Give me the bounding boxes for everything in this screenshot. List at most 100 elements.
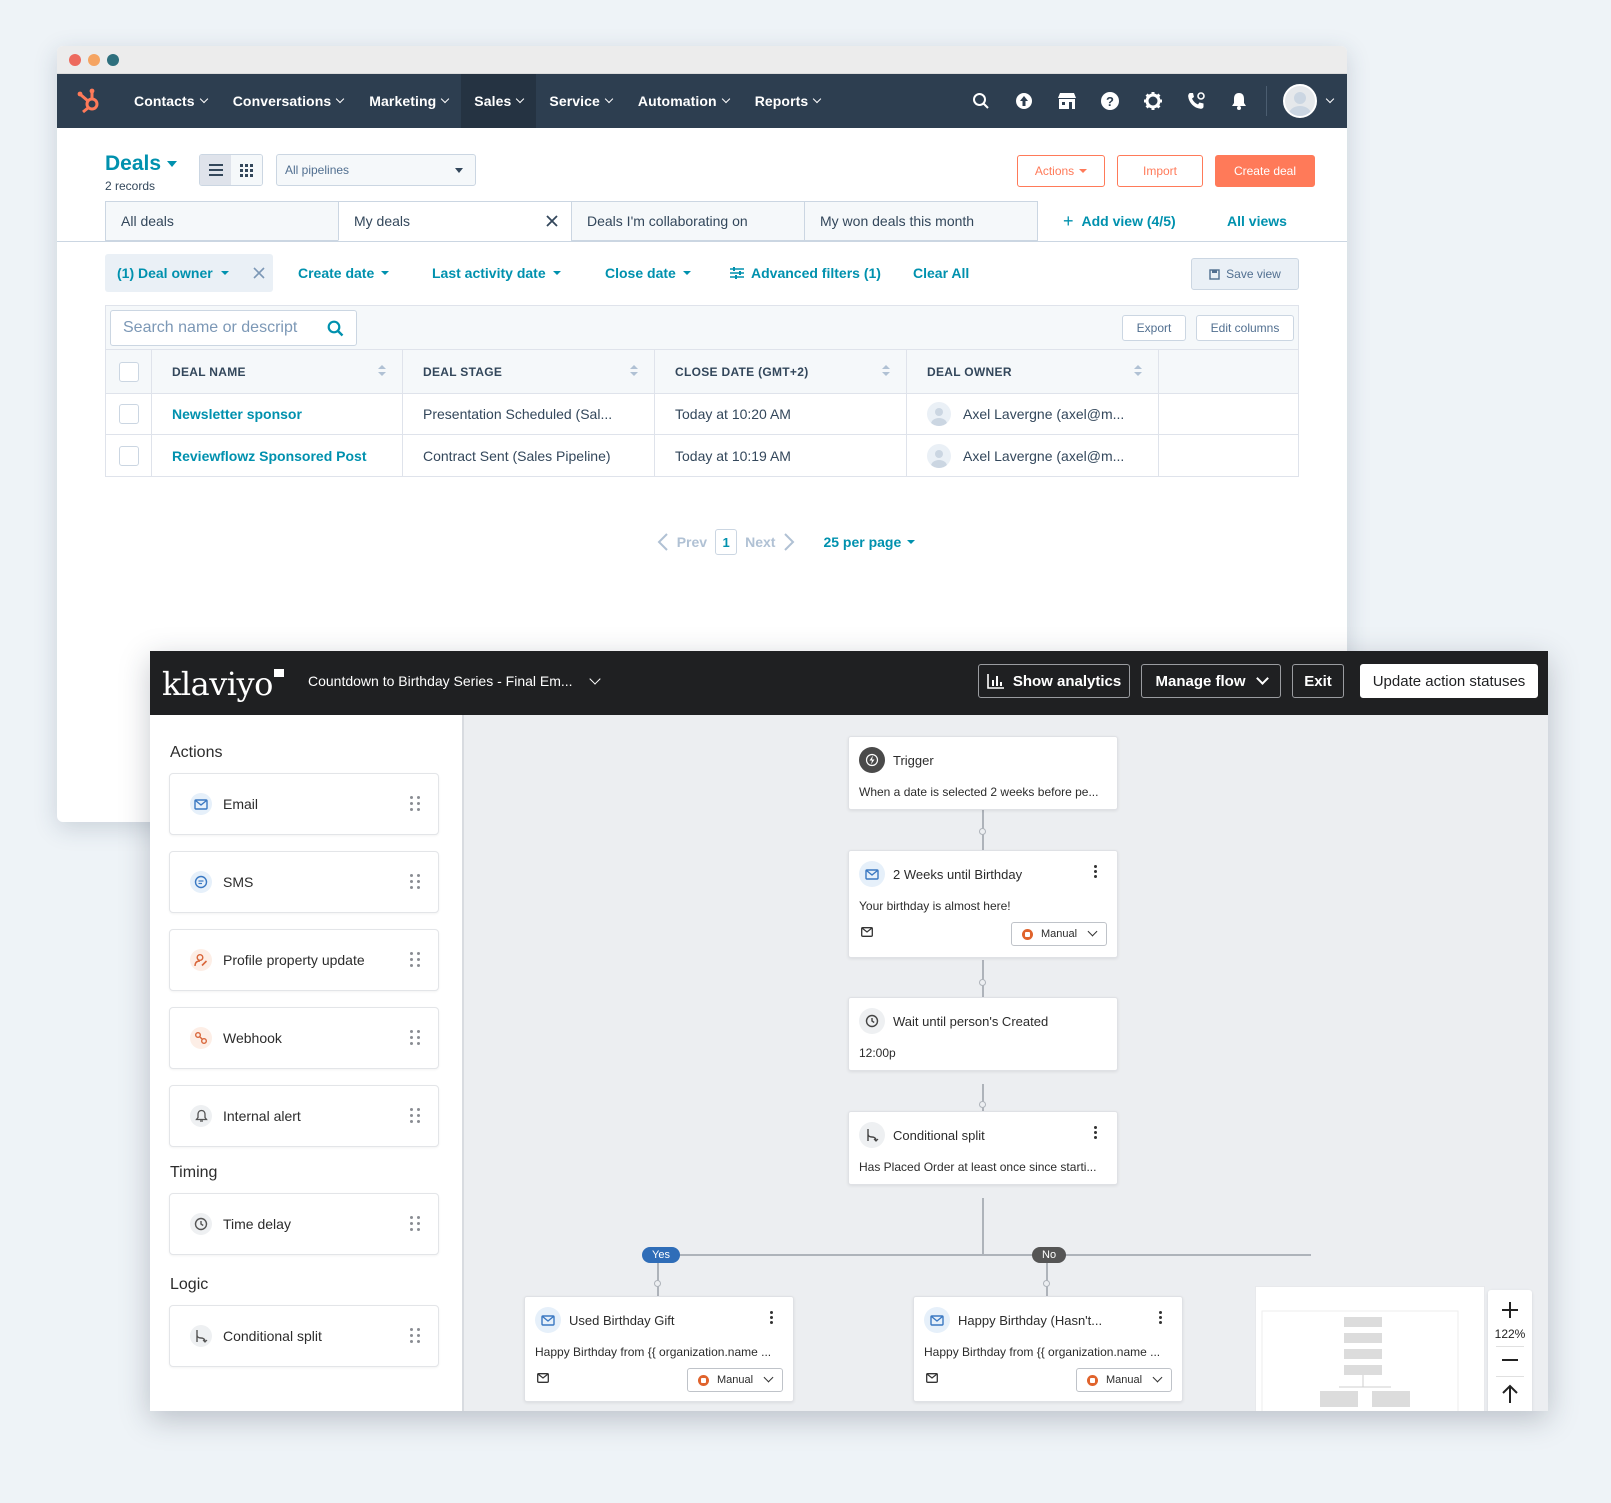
close-icon[interactable] [545, 214, 559, 228]
prev-page-button[interactable]: Prev [677, 534, 707, 550]
more-options-icon[interactable] [770, 1311, 773, 1324]
create-date-filter[interactable]: Create date [298, 254, 390, 292]
edit-columns-button[interactable]: Edit columns [1196, 315, 1294, 341]
gear-icon[interactable] [1131, 74, 1174, 128]
marketplace-icon[interactable] [1045, 74, 1088, 128]
export-button[interactable]: Export [1122, 315, 1186, 341]
object-switcher[interactable]: Deals [105, 152, 178, 176]
upgrade-icon[interactable] [1002, 74, 1045, 128]
nav-reports[interactable]: Reports [742, 74, 834, 128]
close-window-button[interactable] [69, 53, 81, 66]
trigger-node[interactable]: Trigger When a date is selected 2 weeks … [848, 736, 1118, 810]
flow-canvas[interactable]: Yes No Trigger When a date is selected 2… [464, 715, 1548, 1411]
manual-status-icon [698, 1374, 709, 1386]
search-placeholder: Search name or descript [123, 319, 298, 336]
current-page[interactable]: 1 [715, 529, 738, 555]
column-deal-name[interactable]: DEAL NAME [152, 350, 403, 393]
deal-name-link[interactable]: Reviewflowz Sponsored Post [172, 448, 366, 464]
more-options-icon[interactable] [1094, 865, 1097, 878]
deal-owner-filter[interactable]: (1) Deal owner [105, 254, 273, 292]
more-options-icon[interactable] [1159, 1311, 1162, 1324]
help-icon[interactable]: ? [1088, 74, 1131, 128]
sidebar-item-webhook[interactable]: Webhook [169, 1007, 439, 1069]
sidebar-item-profile-property-update[interactable]: Profile property update [169, 929, 439, 991]
search-icon[interactable] [959, 74, 1002, 128]
email-node-used-birthday-gift[interactable]: Used Birthday Gift Happy Birthday from {… [524, 1296, 794, 1402]
nav-automation[interactable]: Automation [625, 74, 742, 128]
select-all-checkbox[interactable] [119, 361, 139, 382]
nav-sales[interactable]: Sales [461, 74, 537, 128]
exit-button[interactable]: Exit [1292, 664, 1344, 698]
create-deal-button[interactable]: Create deal [1215, 155, 1315, 187]
deal-name-link[interactable]: Newsletter sponsor [172, 406, 302, 422]
maximize-window-button[interactable] [107, 53, 119, 66]
sidebar-item-email[interactable]: Email [169, 773, 439, 835]
drag-handle-icon[interactable] [410, 1108, 420, 1123]
conditional-split-node[interactable]: Conditional split Has Placed Order at le… [848, 1111, 1118, 1185]
account-menu[interactable] [1273, 84, 1347, 118]
more-options-icon[interactable] [1094, 1126, 1097, 1139]
row-checkbox[interactable] [119, 404, 139, 424]
next-page-button[interactable]: Next [745, 534, 775, 550]
board-view-button[interactable] [231, 155, 262, 185]
minimize-window-button[interactable] [88, 53, 100, 66]
sidebar-item-internal-alert[interactable]: Internal alert [169, 1085, 439, 1147]
email-node-happy-birthday[interactable]: Happy Birthday (Hasn't... Happy Birthday… [913, 1296, 1183, 1402]
tab-my-deals[interactable]: My deals [338, 201, 572, 241]
list-view-button[interactable] [200, 155, 231, 185]
column-deal-owner[interactable]: DEAL OWNER [907, 350, 1159, 393]
clear-all-link[interactable]: Clear All [913, 254, 969, 292]
flow-name-menu[interactable]: Countdown to Birthday Series - Final Em.… [308, 672, 601, 689]
sidebar-item-sms[interactable]: SMS [169, 851, 439, 913]
save-view-button[interactable]: Save view [1191, 258, 1299, 290]
add-view-button[interactable]: + Add view (4/5) [1063, 201, 1176, 241]
all-views-link[interactable]: All views [1227, 201, 1287, 241]
search-input[interactable]: Search name or descript [110, 310, 357, 346]
sidebar-item-conditional-split[interactable]: Conditional split [169, 1305, 439, 1367]
drag-handle-icon[interactable] [410, 1328, 420, 1343]
update-action-statuses-button[interactable]: Update action statuses [1360, 664, 1538, 698]
chevron-right-icon[interactable] [783, 533, 795, 551]
email-node-2-weeks[interactable]: 2 Weeks until Birthday Your birthday is … [848, 850, 1118, 958]
nav-marketing[interactable]: Marketing [356, 74, 461, 128]
drag-handle-icon[interactable] [410, 1216, 420, 1231]
status-select[interactable]: Manual [1011, 922, 1107, 946]
nav-contacts[interactable]: Contacts [121, 74, 220, 128]
column-deal-stage[interactable]: DEAL STAGE [403, 350, 655, 393]
arrow-up-icon[interactable] [1500, 1383, 1520, 1405]
column-close-date[interactable]: CLOSE DATE (GMT+2) [655, 350, 907, 393]
bell-icon[interactable] [1217, 74, 1260, 128]
drag-handle-icon[interactable] [410, 952, 420, 967]
actions-button[interactable]: Actions [1017, 155, 1105, 187]
close-date-filter[interactable]: Close date [605, 254, 691, 292]
tab-my-won-deals[interactable]: My won deals this month [804, 201, 1038, 241]
zoom-out-icon[interactable] [1500, 1350, 1520, 1370]
drag-handle-icon[interactable] [410, 1030, 420, 1045]
klaviyo-logo[interactable]: klaviyo [162, 665, 284, 703]
nav-conversations[interactable]: Conversations [220, 74, 357, 128]
drag-handle-icon[interactable] [410, 874, 420, 889]
status-select[interactable]: Manual [1076, 1368, 1172, 1392]
manage-flow-button[interactable]: Manage flow [1141, 664, 1281, 698]
show-analytics-button[interactable]: Show analytics [978, 664, 1130, 698]
pipeline-select[interactable]: All pipelines [276, 154, 476, 186]
nav-service[interactable]: Service [536, 74, 625, 128]
tab-deals-collaborating[interactable]: Deals I'm collaborating on [571, 201, 805, 241]
tab-label: My won deals this month [820, 213, 975, 229]
time-delay-node[interactable]: Wait until person's Created 12:00p [848, 997, 1118, 1071]
chevron-left-icon[interactable] [657, 533, 669, 551]
calling-icon[interactable] [1174, 74, 1217, 128]
hubspot-logo-icon[interactable] [57, 74, 121, 128]
drag-handle-icon[interactable] [410, 796, 420, 811]
import-button[interactable]: Import [1117, 155, 1203, 187]
status-select[interactable]: Manual [687, 1368, 783, 1392]
close-icon[interactable] [253, 267, 265, 279]
sidebar-item-time-delay[interactable]: Time delay [169, 1193, 439, 1255]
per-page-select[interactable]: 25 per page [823, 534, 916, 550]
advanced-filters-button[interactable]: Advanced filters (1) [730, 254, 881, 292]
tab-all-deals[interactable]: All deals [105, 201, 339, 241]
zoom-in-icon[interactable] [1500, 1300, 1520, 1320]
row-checkbox[interactable] [119, 445, 139, 466]
last-activity-filter[interactable]: Last activity date [432, 254, 561, 292]
flow-minimap[interactable] [1256, 1287, 1484, 1411]
